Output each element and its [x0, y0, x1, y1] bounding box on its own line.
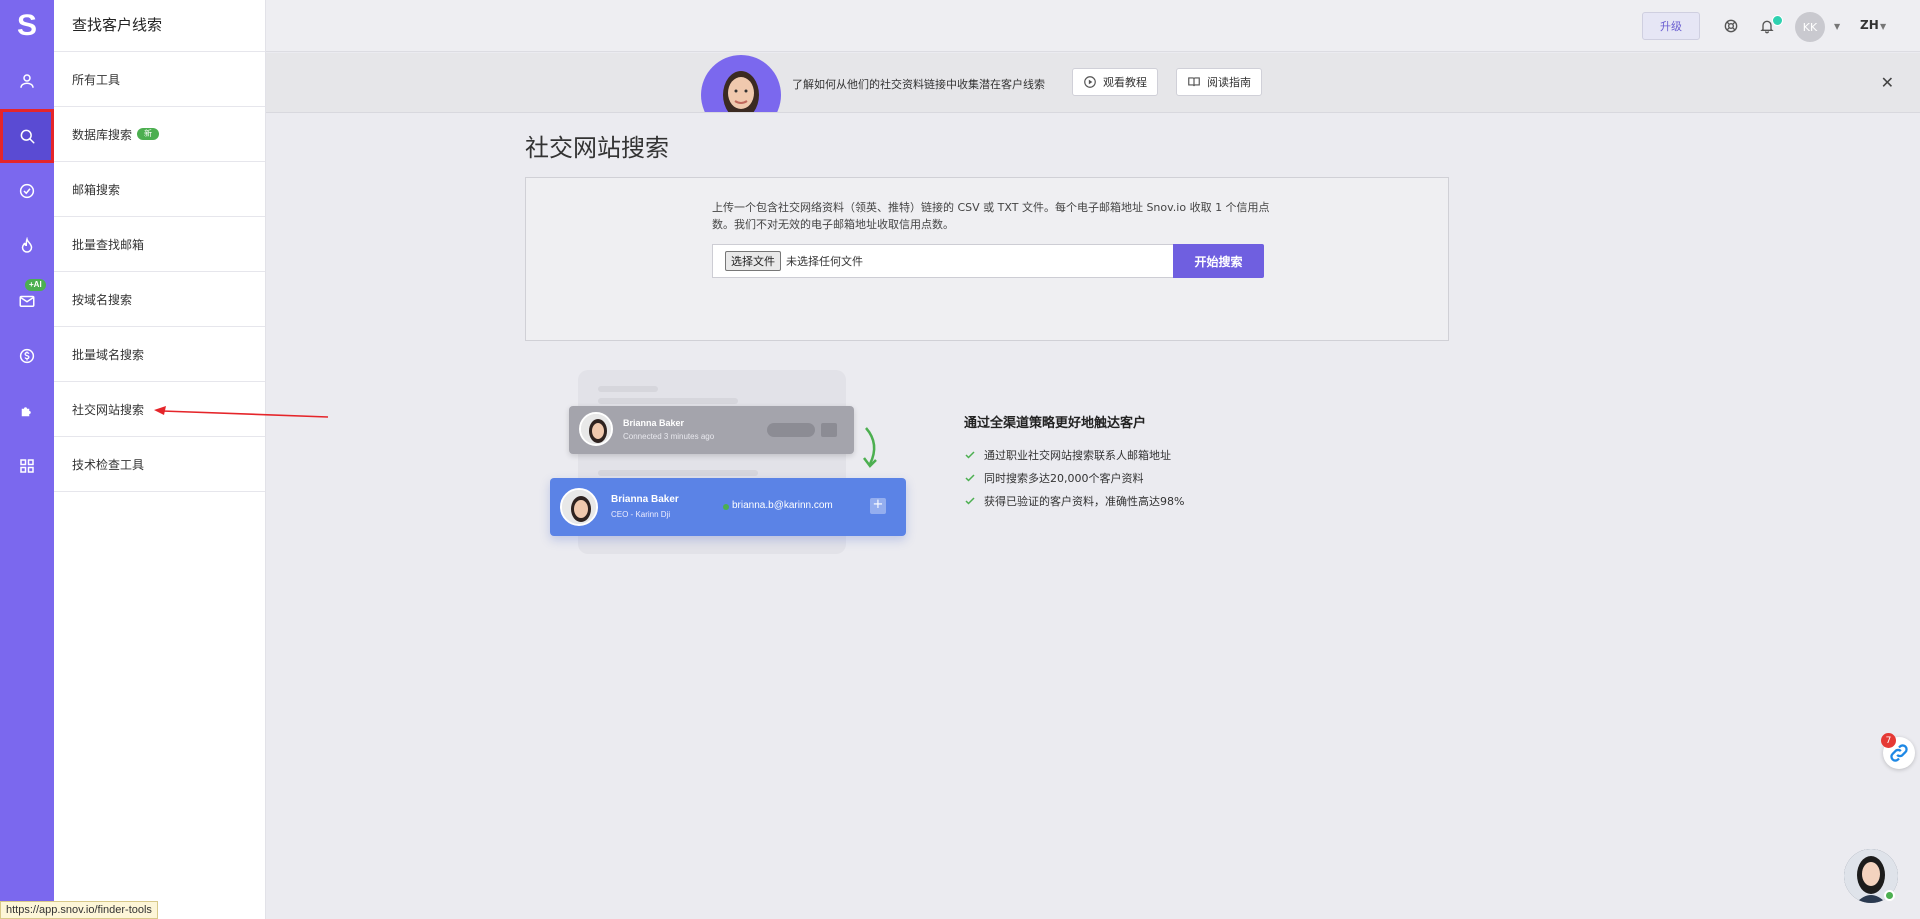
mail-icon: [19, 295, 35, 307]
menu-item-label: 数据库搜索: [72, 127, 133, 142]
read-guide-label: 阅读指南: [1207, 76, 1251, 89]
lifebuoy-icon: [1724, 19, 1738, 33]
benefit-item: 通过职业社交网站搜索联系人邮箱地址: [964, 443, 1184, 466]
no-file-text: 未选择任何文件: [786, 255, 863, 268]
watch-tutorial-label: 观看教程: [1103, 76, 1147, 89]
ai-badge: +AI: [25, 279, 46, 291]
integrations-nav-button[interactable]: [0, 384, 54, 438]
play-circle-icon: [1084, 76, 1096, 88]
language-selector[interactable]: ZH: [1860, 18, 1879, 32]
warmup-nav-button[interactable]: [0, 219, 54, 273]
profile-email: brianna.b@karinn.com: [732, 500, 833, 511]
page-title: 社交网站搜索: [525, 134, 669, 162]
check-icon: [965, 473, 975, 482]
status-bar-url: https://app.snov.io/finder-tools: [0, 901, 158, 919]
menu-item-bulk-email-finder[interactable]: 批量查找邮箱: [54, 217, 265, 272]
help-button[interactable]: [1721, 16, 1741, 36]
avatar-chevron-down-icon[interactable]: ▼: [1834, 22, 1840, 31]
check-icon: [965, 496, 975, 505]
watch-tutorial-button[interactable]: 观看教程: [1072, 68, 1158, 96]
upload-card: 上传一个包含社交网络资料（领英、推特）链接的 CSV 或 TXT 文件。每个电子…: [525, 177, 1449, 341]
connected-profile-card: Brianna Baker Connected 3 minutes ago: [569, 406, 854, 454]
benefit-text: 同时搜索多达20,000个客户资料: [984, 471, 1144, 485]
check-icon: [965, 450, 975, 459]
apps-grid-icon: [20, 459, 34, 473]
menu-item-label: 按域名搜索: [72, 292, 133, 307]
tutorial-banner: 了解如何从他们的社交资料链接中收集潜在客户线索 观看教程 阅读指南 ✕: [266, 53, 1920, 113]
benefits-title: 通过全渠道策略更好地触达客户: [964, 416, 1147, 431]
presenter-photo: [701, 55, 781, 112]
menu-item-label: 批量域名搜索: [72, 347, 145, 362]
snov-logo[interactable]: S: [0, 0, 54, 52]
profile-avatar: [579, 412, 613, 446]
benefit-item: 获得已验证的客户资料，准确性高达98%: [964, 489, 1184, 512]
profile-name: Brianna Baker: [611, 494, 679, 505]
icon-rail: S +AI: [0, 0, 54, 919]
benefit-item: 同时搜索多达20,000个客户资料: [964, 466, 1184, 489]
menu-item-bulk-domain-search[interactable]: 批量域名搜索: [54, 327, 265, 382]
social-search-illustration: Brianna Baker Connected 3 minutes ago Br…: [550, 368, 910, 558]
menu-item-domain-search[interactable]: 按域名搜索: [54, 272, 265, 327]
menu-item-label: 技术检查工具: [72, 457, 145, 472]
upgrade-button[interactable]: 升级: [1642, 12, 1700, 40]
deals-nav-button[interactable]: [0, 329, 54, 383]
choose-file-button[interactable]: 选择文件: [725, 251, 781, 271]
benefits-section: 通过全渠道策略更好地触达客户 通过职业社交网站搜索联系人邮箱地址 同时搜索多达2…: [964, 412, 1184, 512]
finder-tools-menu: 查找客户线索 所有工具 数据库搜索新 邮箱搜索 批量查找邮箱 按域名搜索 批量域…: [54, 0, 266, 919]
profile-status: Connected 3 minutes ago: [623, 432, 715, 441]
refresh-arrow-icon: [863, 427, 877, 468]
menu-item-technology-checker[interactable]: 技术检查工具: [54, 437, 265, 492]
upload-description: 上传一个包含社交网络资料（领英、推特）链接的 CSV 或 TXT 文件。每个电子…: [712, 201, 1270, 231]
user-avatar[interactable]: KK: [1795, 12, 1825, 42]
banner-text: 了解如何从他们的社交资料链接中收集潜在客户线索: [792, 78, 1045, 91]
add-icon: +: [872, 497, 884, 512]
start-search-button[interactable]: 开始搜索: [1173, 244, 1264, 278]
read-guide-button[interactable]: 阅读指南: [1176, 68, 1262, 96]
lead-search-nav-button[interactable]: [0, 109, 54, 163]
menu-item-label: 批量查找邮箱: [72, 237, 145, 252]
flame-icon: [21, 237, 33, 253]
verified-dot: [723, 504, 729, 510]
language-chevron-down-icon[interactable]: ▼: [1880, 22, 1886, 31]
check-circle-icon: [19, 183, 35, 199]
menu-item-database-search[interactable]: 数据库搜索新: [54, 107, 265, 162]
file-input[interactable]: 选择文件 未选择任何文件: [712, 244, 1174, 278]
dollar-circle-icon: [19, 348, 35, 364]
profile-name: Brianna Baker: [623, 418, 685, 428]
apps-nav-button[interactable]: [0, 439, 54, 493]
annotation-arrow: [154, 406, 329, 418]
chat-count-badge: 7: [1881, 733, 1896, 748]
benefit-text: 获得已验证的客户资料，准确性高达98%: [984, 494, 1185, 508]
book-icon: [1188, 77, 1200, 87]
benefit-text: 通过职业社交网站搜索联系人邮箱地址: [984, 448, 1171, 462]
search-icon: [20, 129, 35, 144]
online-status-dot: [1884, 890, 1895, 901]
puzzle-icon: [21, 407, 31, 417]
found-email-card: Brianna Baker CEO - Karinn Dji brianna.b…: [550, 478, 906, 536]
menu-title: 查找客户线索: [54, 0, 265, 52]
notification-dot: [1772, 15, 1783, 26]
contacts-nav-button[interactable]: [0, 54, 54, 108]
close-icon[interactable]: ✕: [1881, 73, 1894, 92]
menu-item-label: 社交网站搜索: [72, 402, 145, 417]
verify-nav-button[interactable]: [0, 164, 54, 218]
menu-item-label: 所有工具: [72, 72, 121, 87]
profile-avatar: [560, 488, 598, 526]
profile-title: CEO - Karinn Dji: [611, 510, 671, 519]
menu-item-all-tools[interactable]: 所有工具: [54, 52, 265, 107]
menu-item-email-finder[interactable]: 邮箱搜索: [54, 162, 265, 217]
user-icon: [20, 74, 34, 88]
menu-item-label: 邮箱搜索: [72, 182, 121, 197]
new-badge: 新: [137, 128, 160, 140]
